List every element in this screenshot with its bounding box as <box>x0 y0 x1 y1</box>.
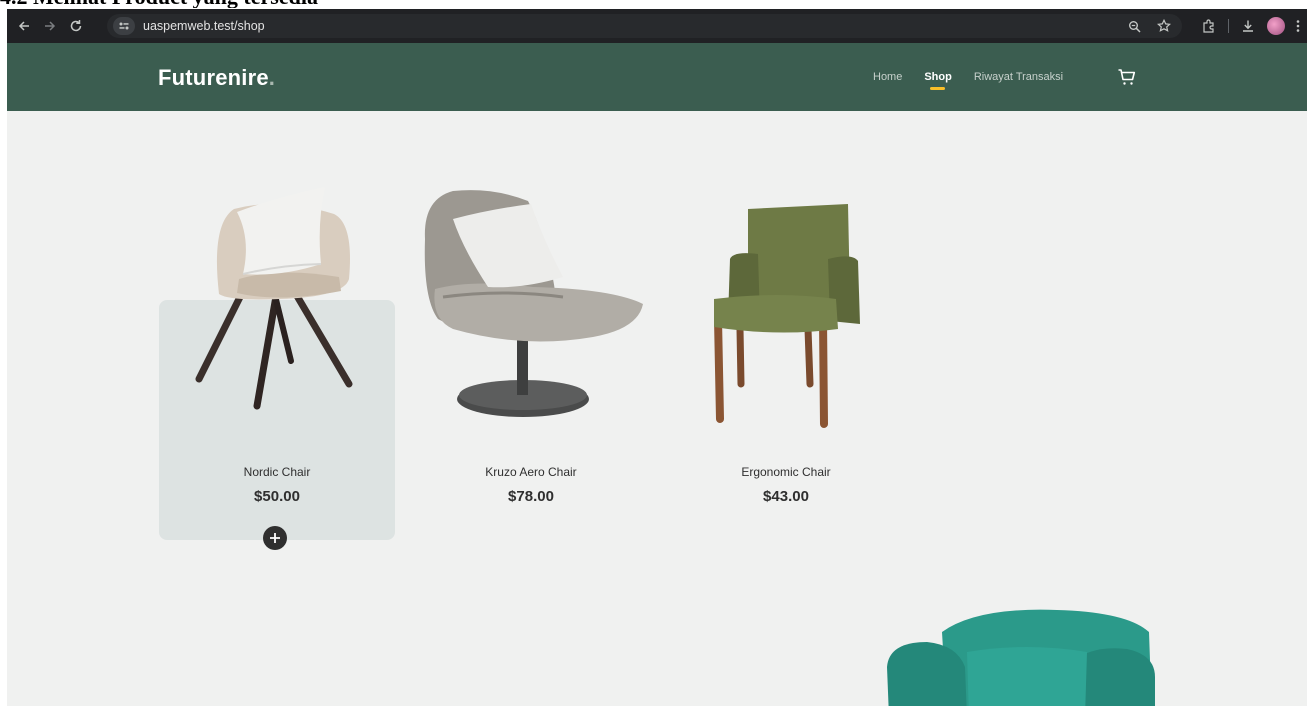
toolbar-divider <box>1228 19 1229 33</box>
product-price: $78.00 <box>508 488 554 505</box>
browser-toolbar: uaspemweb.test/shop <box>7 9 1307 43</box>
product-name[interactable]: Ergonomic Chair <box>668 465 904 479</box>
product-kruzo-aero-chair[interactable]: Kruzo Aero Chair $78.00 <box>413 179 649 539</box>
nav-home[interactable]: Home <box>873 71 902 83</box>
browser-window: uaspemweb.test/shop Futurenire. Home Sho… <box>7 9 1307 706</box>
product-nordic-chair[interactable]: Nordic Chair $50.00 <box>159 179 395 550</box>
url-text: uaspemweb.test/shop <box>143 19 265 33</box>
bookmark-star-icon[interactable] <box>1154 16 1174 36</box>
sofa-image <box>887 609 1155 706</box>
product-price: $50.00 <box>254 488 300 505</box>
main-nav: Home Shop Riwayat Transaksi <box>873 71 1085 90</box>
logo-dot: . <box>268 65 276 90</box>
back-arrow-icon[interactable] <box>13 15 35 37</box>
extensions-icon[interactable] <box>1198 15 1220 37</box>
add-to-cart-button[interactable] <box>263 526 287 550</box>
download-icon[interactable] <box>1237 15 1259 37</box>
site-info-icon[interactable] <box>113 17 135 35</box>
site-logo[interactable]: Futurenire. <box>158 65 275 91</box>
reload-icon[interactable] <box>65 15 87 37</box>
product-name[interactable]: Nordic Chair <box>159 465 395 479</box>
menu-dots-icon[interactable] <box>1293 15 1303 37</box>
nav-riwayat-transaksi[interactable]: Riwayat Transaksi <box>974 71 1063 83</box>
address-bar[interactable]: uaspemweb.test/shop <box>107 14 1182 38</box>
product-price: $43.00 <box>763 488 809 505</box>
plus-icon <box>270 533 280 543</box>
cart-icon[interactable] <box>1116 66 1138 88</box>
product-name[interactable]: Kruzo Aero Chair <box>413 465 649 479</box>
profile-avatar[interactable] <box>1267 17 1285 35</box>
document-heading: 4.2 Melihat Product yang tersedia <box>0 0 1307 8</box>
zoom-icon[interactable] <box>1124 16 1144 36</box>
kruzo-aero-chair-image <box>424 190 643 417</box>
nordic-chair-image <box>195 187 353 410</box>
nav-shop[interactable]: Shop <box>924 71 952 90</box>
product-ergonomic-chair[interactable]: Ergonomic Chair $43.00 <box>668 179 904 539</box>
ergonomic-chair-image <box>714 204 860 428</box>
forward-arrow-icon[interactable] <box>39 15 61 37</box>
logo-text: Futurenire <box>158 65 269 90</box>
site-header: Futurenire. Home Shop Riwayat Transaksi <box>7 43 1307 111</box>
